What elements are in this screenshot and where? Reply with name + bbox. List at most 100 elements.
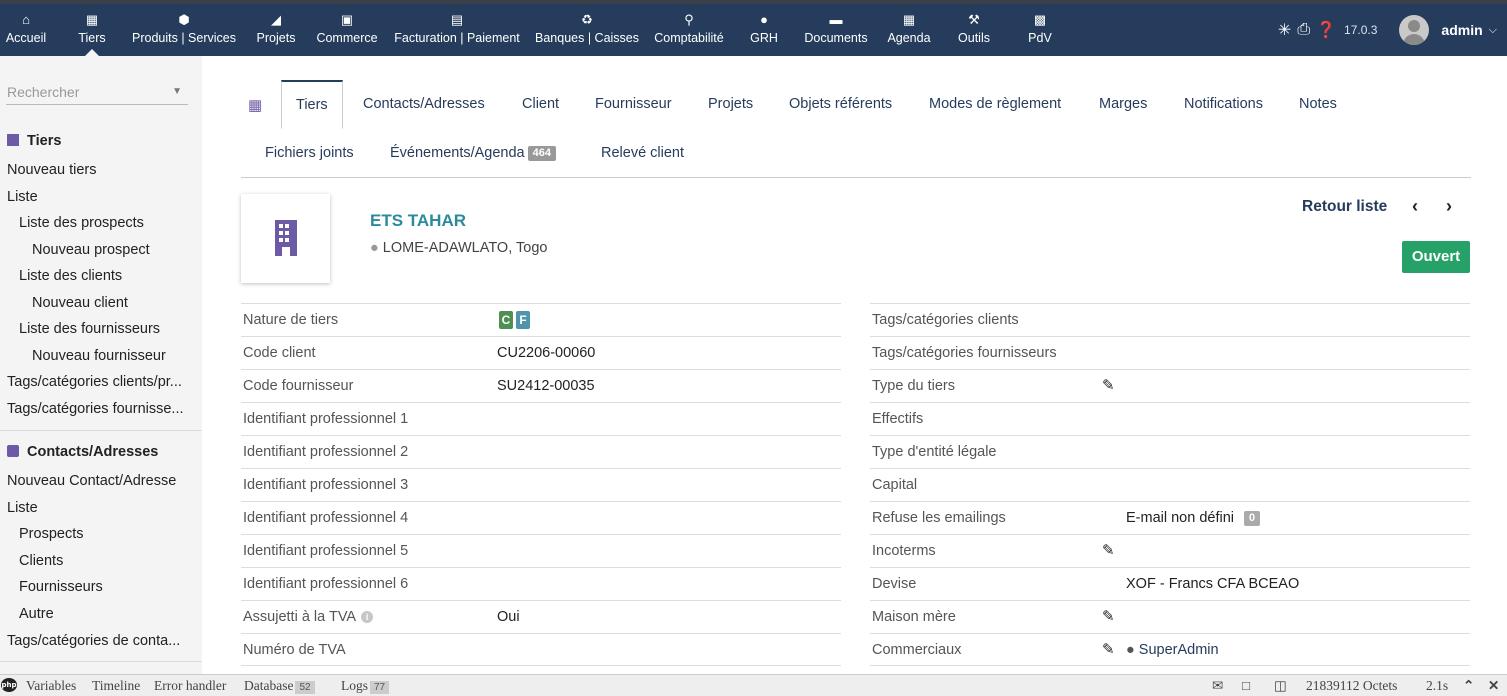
sidebar-link-nouveau-fournisseur[interactable]: Nouveau fournisseur — [32, 348, 166, 364]
menu-produits-services[interactable]: ⬢ Produits | Services — [128, 4, 240, 56]
php-logo-icon[interactable]: php — [1, 678, 17, 692]
table-row: Effectifs — [870, 402, 1470, 435]
avatar[interactable] — [1399, 15, 1430, 45]
sidebar-link-liste-clients[interactable]: Liste des clients — [19, 268, 122, 284]
sidebar-link-tags-clients[interactable]: Tags/catégories clients/pr... — [7, 374, 197, 390]
home-icon: ⌂ — [22, 12, 30, 27]
tab-notifications[interactable]: Notifications — [1184, 96, 1263, 112]
sales-rep-link[interactable]: SuperAdmin — [1139, 642, 1219, 658]
sidebar-link-tags-fournisseurs[interactable]: Tags/catégories fournisse... — [7, 401, 197, 417]
table-row: Type d'entité légale — [870, 435, 1470, 468]
monitor-icon[interactable]: □ — [1242, 678, 1250, 694]
tab-notes[interactable]: Notes — [1299, 96, 1337, 112]
chevron-up-icon[interactable]: ⌃ — [1463, 678, 1474, 694]
next-arrow-icon[interactable]: › — [1446, 196, 1452, 217]
database-icon[interactable]: ◫ — [1274, 678, 1287, 694]
menu-commerce[interactable]: ▣ Commerce — [314, 4, 380, 56]
table-row: Devise XOF - Francs CFA BCEAO — [870, 567, 1470, 600]
menu-tiers[interactable]: ▦ Tiers — [72, 4, 112, 56]
tab-marges[interactable]: Marges — [1099, 96, 1147, 112]
sidebar-section-contacts[interactable]: Contacts/Adresses — [7, 444, 158, 460]
edit-pencil-icon[interactable]: ✎ — [1102, 370, 1115, 402]
tab-releve-client[interactable]: Relevé client — [601, 145, 684, 161]
debug-tab-logs[interactable]: Logs 77 — [341, 678, 390, 694]
top-menu-bar: ⌂ Accueil ▦ Tiers ⬢ Produits | Services … — [0, 4, 1507, 56]
sidebar-link-liste-fournisseurs[interactable]: Liste des fournisseurs — [19, 321, 160, 337]
sidebar-link-fournisseurs[interactable]: Fournisseurs — [19, 579, 103, 595]
table-row: Nature de tiers CF — [241, 303, 841, 336]
table-row: Identifiant professionnel 4 — [241, 501, 841, 534]
tab-client[interactable]: Client — [522, 96, 559, 112]
suitcase-icon: ▣ — [340, 12, 354, 27]
bug-icon[interactable]: ✳ — [1278, 20, 1291, 40]
top-right-tools: ✳ ⎙ ❓ 17.0.3 admin ⌵ — [1278, 4, 1497, 56]
tab-fichiers-joints[interactable]: Fichiers joints — [265, 145, 354, 161]
table-row: Assujetti à la TVA i Oui — [241, 600, 841, 633]
sidebar-section-tiers[interactable]: Tiers — [7, 133, 61, 149]
help-icon[interactable]: ❓ — [1316, 20, 1336, 40]
dropdown-caret-icon[interactable]: ▼ — [172, 81, 182, 103]
sidebar-link-nouveau-contact[interactable]: Nouveau Contact/Adresse — [7, 473, 176, 489]
sidebar-link-nouveau-prospect[interactable]: Nouveau prospect — [32, 242, 150, 258]
thirdparty-logo[interactable] — [241, 194, 330, 283]
envelope-icon[interactable]: ✉ — [1212, 678, 1223, 694]
menu-documents[interactable]: ▬ Documents — [800, 4, 872, 56]
close-icon[interactable]: ✕ — [1488, 678, 1499, 694]
sidebar-link-nouveau-client[interactable]: Nouveau client — [32, 295, 128, 311]
user-tie-icon: ● — [760, 12, 768, 27]
table-row: Numéro de TVA — [241, 633, 841, 666]
tab-contacts[interactable]: Contacts/Adresses — [363, 96, 485, 112]
debug-tab-database[interactable]: Database 52 — [244, 678, 315, 694]
debug-tab-timeline[interactable]: Timeline — [92, 678, 140, 694]
debug-tab-variables[interactable]: Variables — [26, 678, 76, 694]
sidebar-link-nouveau-tiers[interactable]: Nouveau tiers — [7, 162, 96, 178]
menu-facturation[interactable]: ▤ Facturation | Paiement — [390, 4, 524, 56]
menu-projets[interactable]: ◢ Projets — [252, 4, 300, 56]
edit-pencil-icon[interactable]: ✎ — [1102, 601, 1115, 633]
sidebar-link-autre[interactable]: Autre — [19, 606, 54, 622]
chevron-down-icon[interactable]: ⌵ — [1489, 24, 1497, 37]
sidebar-link-liste-prospects[interactable]: Liste des prospects — [19, 215, 144, 231]
menu-outils[interactable]: ⚒ Outils — [952, 4, 996, 56]
user-icon: ● — [1126, 642, 1135, 658]
menu-grh[interactable]: ● GRH — [746, 4, 782, 56]
thirdparty-name: ETS TAHAR — [370, 211, 467, 230]
building-icon — [275, 220, 297, 256]
user-name[interactable]: admin — [1441, 22, 1482, 38]
sidebar-link-contacts-liste[interactable]: Liste — [7, 500, 38, 516]
table-row: Refuse les emailings E-mail non défini 0 — [870, 501, 1470, 534]
tab-evenements[interactable]: Événements/Agenda 464 — [390, 145, 556, 161]
tab-fournisseur[interactable]: Fournisseur — [595, 96, 672, 112]
cube-icon: ⬢ — [178, 12, 190, 27]
tab-modes-reglement[interactable]: Modes de règlement — [929, 96, 1061, 112]
calendar-icon: ▦ — [902, 12, 916, 27]
tab-tiers[interactable]: Tiers — [281, 80, 343, 129]
edit-pencil-icon[interactable]: ✎ — [1102, 634, 1115, 666]
menu-agenda[interactable]: ▦ Agenda — [884, 4, 934, 56]
bank-icon: ♻ — [581, 12, 593, 27]
edit-pencil-icon[interactable]: ✎ — [1102, 535, 1115, 567]
folder-open-icon: ▬ — [829, 12, 843, 27]
info-icon[interactable]: i — [361, 611, 374, 624]
previous-arrow-icon[interactable]: ‹ — [1412, 196, 1418, 217]
debug-tab-error-handler[interactable]: Error handler — [154, 678, 226, 694]
menu-pdv[interactable]: ▩ PdV — [1022, 4, 1058, 56]
menu-comptabilite[interactable]: ⚲ Comptabilité — [650, 4, 728, 56]
tab-objets-referents[interactable]: Objets référents — [789, 96, 892, 112]
emailings-count-badge: 0 — [1244, 511, 1261, 526]
back-to-list-link[interactable]: Retour liste — [1302, 198, 1387, 216]
print-icon[interactable]: ⎙ — [1297, 21, 1310, 39]
sidebar-link-tags-contacts[interactable]: Tags/catégories de conta... — [7, 633, 197, 649]
menu-accueil[interactable]: ⌂ Accueil — [4, 4, 48, 56]
main-content: ▦ Tiers Contacts/Adresses Client Fournis… — [202, 56, 1507, 674]
table-row: Code fournisseur SU2412-00035 — [241, 369, 841, 402]
search-input[interactable]: Rechercher ▼ — [6, 81, 188, 105]
menu-banques[interactable]: ♻ Banques | Caisses — [532, 4, 642, 56]
sitemap-icon: ◢ — [271, 12, 281, 27]
table-row: Type du tiers ✎ — [870, 369, 1470, 402]
sidebar-link-clients[interactable]: Clients — [19, 553, 63, 569]
table-row: Maison mère ✎ — [870, 600, 1470, 633]
sidebar-link-liste[interactable]: Liste — [7, 189, 38, 205]
sidebar-link-prospects[interactable]: Prospects — [19, 526, 83, 542]
tab-projets[interactable]: Projets — [708, 96, 753, 112]
